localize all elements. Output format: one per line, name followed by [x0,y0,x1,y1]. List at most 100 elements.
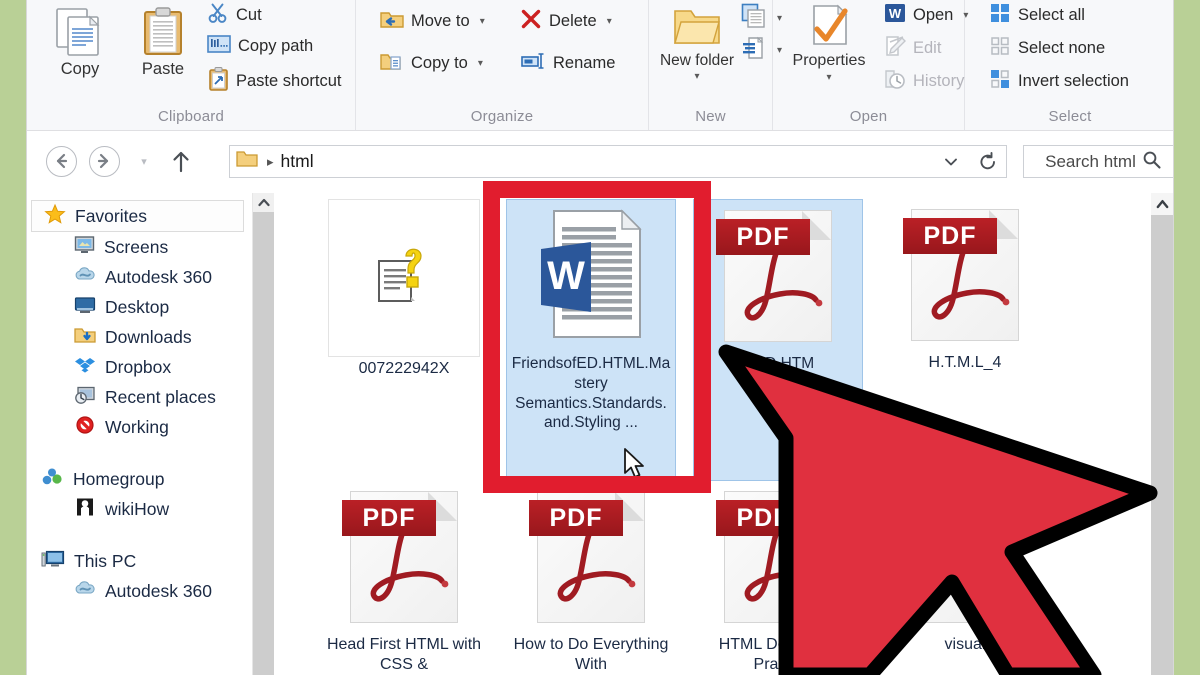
select-all-label: Select all [1018,6,1085,25]
delete-label: Delete [549,12,597,31]
svg-text:W: W [889,6,902,21]
file-item[interactable]: PDF ofED.HTM Se rds [693,199,863,481]
sidebar-item-this-pc-autodesk-360[interactable]: Autodesk 360 [27,576,252,606]
scroll-up-icon [1156,199,1169,209]
up-button[interactable] [167,147,195,177]
sidebar-item-screens[interactable]: Screens [27,232,252,262]
paste-button[interactable]: Paste [122,6,204,78]
sidebar-item-homegroup[interactable]: Homegroup [27,464,252,494]
address-dropdown-button[interactable] [933,145,970,178]
file-thumbnail: W [515,200,667,352]
scrollbar-thumb[interactable] [1151,215,1173,675]
paste-shortcut-button[interactable]: Paste shortcut [207,67,341,96]
edit-button[interactable]: Edit [884,35,941,62]
file-item[interactable]: PDF Head First HTML with CSS & [319,481,489,675]
invert-selection-label: Invert selection [1018,72,1129,91]
sidebar-item-dropbox[interactable]: Dropbox [27,352,252,382]
pdf-badge: PDF [716,500,810,536]
file-name: FriendsofED.HTML.Mastery Semantics.Stand… [507,352,675,433]
rename-label: Rename [553,54,615,73]
file-item[interactable]: PDF H.T.M.L_4 [880,199,1050,373]
back-button[interactable] [46,146,77,177]
downloads-folder-icon [74,325,96,350]
copy-path-button[interactable]: Copy path [207,34,313,59]
search-icon [1142,150,1161,174]
sidebar-item-recent-places[interactable]: Recent places [27,382,252,412]
working-blocked-icon [74,415,96,440]
file-thumbnail: PDF [515,481,667,633]
unknown-file-icon [367,243,441,313]
file-name: 007222942X [319,357,489,379]
sidebar-label: Working [105,417,169,438]
file-thumbnail [328,199,480,357]
properties-button[interactable]: Properties ▾ [777,4,881,83]
scissors-icon [207,2,229,29]
sidebar-item-desktop[interactable]: Desktop [27,292,252,322]
copy-to-button[interactable]: Copy to ▾ [380,50,483,77]
refresh-button[interactable] [969,145,1007,178]
user-person-icon [74,497,96,522]
recent-locations-button[interactable]: ▾ [134,153,154,169]
navigation-pane-scrollbar[interactable] [253,193,274,675]
breadcrumb-current-folder[interactable]: html [281,151,314,172]
chevron-down-icon: ▾ [777,72,881,83]
invert-selection-button[interactable]: Invert selection [989,68,1129,95]
ribbon-group-open: Properties ▾ W Open ▾ [773,0,965,130]
delete-button[interactable]: Delete ▾ [520,8,612,35]
cut-button[interactable]: Cut [207,2,262,29]
navigation-pane[interactable]: Favorites Screens [27,193,253,675]
file-name: HTML Dog Best-Practic [693,633,863,675]
sidebar-label: Recent places [105,387,216,408]
select-none-button[interactable]: Select none [989,35,1105,62]
search-input[interactable]: Search html [1023,145,1174,178]
forward-button[interactable] [89,146,120,177]
chevron-down-icon: ▾ [656,71,738,82]
file-list-pane[interactable]: 007222942X [274,193,1151,675]
sidebar-item-working[interactable]: Working [27,412,252,442]
select-all-button[interactable]: Select all [989,2,1085,29]
ribbon-group-clipboard: Copy [27,0,356,130]
star-icon [44,203,66,230]
move-to-button[interactable]: Move to ▾ [380,8,485,35]
open-button[interactable]: W Open ▾ [884,2,968,29]
file-item-selected[interactable]: W FriendsofED.HTML.Mastery Semantics.Sta… [506,199,676,481]
pdf-file-icon: PDF [350,491,458,623]
pdf-file-icon: PDF [911,209,1019,341]
properties-label: Properties [777,53,881,70]
file-item[interactable]: PDF visual [880,481,1050,655]
open-label: Open [913,6,953,25]
file-pane-scrollbar[interactable] [1151,193,1173,675]
file-item[interactable]: PDF HTML Dog Best-Practic [693,481,863,675]
file-thumbnail: PDF [889,481,1041,633]
new-folder-button[interactable]: New folder ▾ [656,4,738,82]
file-item[interactable]: PDF How to Do Everything With [506,481,676,675]
file-item[interactable]: 007222942X [319,199,489,379]
sidebar-item-favorites[interactable]: Favorites [31,200,244,232]
scroll-up-button[interactable] [1151,193,1173,215]
sidebar-item-wikihow[interactable]: wikiHow [27,494,252,524]
file-name: visual [880,633,1050,655]
history-label: History [913,72,964,91]
copy-button[interactable]: Copy [39,6,121,78]
easy-access-icon [741,35,767,66]
scrollbar-thumb[interactable] [253,212,274,675]
recent-places-icon [74,385,96,410]
rename-button[interactable]: Rename [520,50,615,77]
sidebar-item-this-pc[interactable]: This PC [27,546,252,576]
file-thumbnail: PDF [328,481,480,633]
invert-selection-icon [989,68,1011,95]
sidebar-label: wikiHow [105,499,169,520]
desktop-icon [74,295,96,320]
chevron-down-icon: ▾ [478,58,483,69]
sidebar-item-downloads[interactable]: Downloads [27,322,252,352]
sidebar-label: Autodesk 360 [105,581,212,602]
scroll-up-button[interactable] [253,193,274,212]
history-button[interactable]: History [884,68,964,95]
address-path-field[interactable]: ▸ html [229,145,943,178]
sidebar-item-autodesk-360[interactable]: Autodesk 360 [27,262,252,292]
word-open-icon: W [884,2,906,29]
file-name-line3: rds [767,395,789,412]
copy-to-folder-icon [380,50,404,77]
dropbox-icon [74,355,96,380]
recent-locations-chevron-icon: ▾ [141,155,147,168]
